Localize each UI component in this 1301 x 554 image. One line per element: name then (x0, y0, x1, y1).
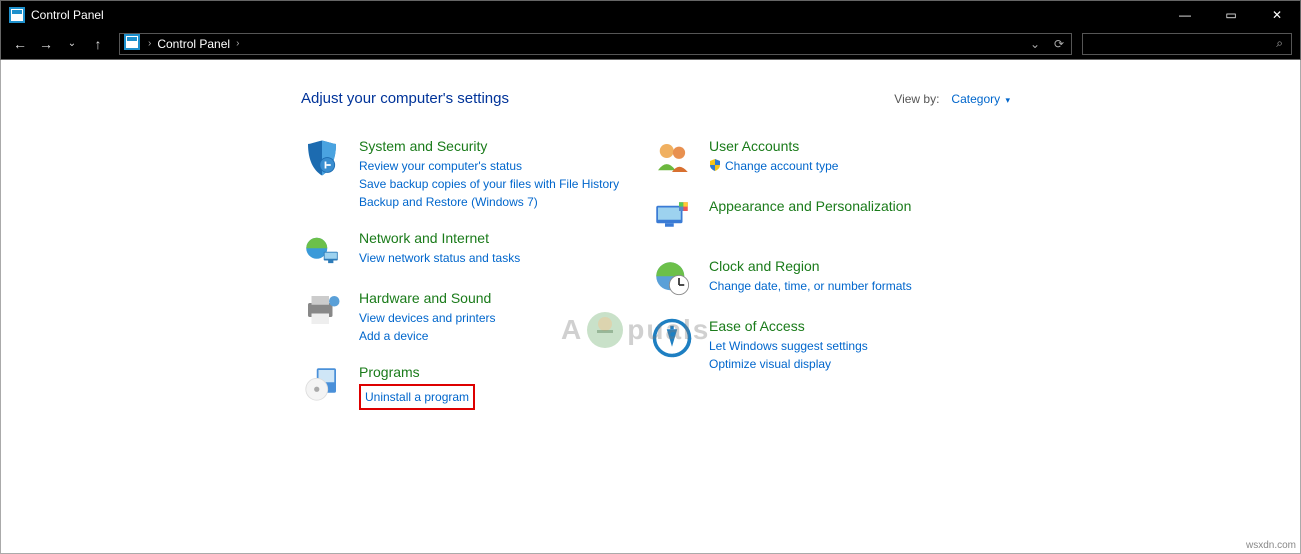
category-link[interactable]: Change account type (709, 157, 838, 176)
category-ease-of-access: Ease of Access Let Windows suggest setti… (651, 317, 1001, 373)
category-link[interactable]: Change date, time, or number formats (709, 277, 912, 295)
uninstall-program-link[interactable]: Uninstall a program (365, 390, 469, 404)
category-link[interactable]: Backup and Restore (Windows 7) (359, 193, 619, 211)
category-user-accounts: User Accounts Change account type (651, 137, 1001, 179)
highlighted-link: Uninstall a program (359, 384, 475, 410)
category-system-security: System and Security Review your computer… (301, 137, 651, 211)
category-title[interactable]: User Accounts (709, 137, 838, 155)
forward-button[interactable]: → (35, 36, 57, 52)
breadcrumb-chevron-icon[interactable]: › (146, 38, 153, 49)
close-button[interactable]: ✕ (1254, 1, 1300, 29)
search-input[interactable]: ⌕ (1082, 33, 1292, 55)
category-title[interactable]: Hardware and Sound (359, 289, 496, 307)
category-link[interactable]: Optimize visual display (709, 355, 868, 373)
maximize-button[interactable]: ▭ (1208, 1, 1254, 29)
navbar: ← → ⌄ ↑ › Control Panel › ⌄ ⟳ ⌕ (0, 28, 1301, 60)
category-link[interactable]: Let Windows suggest settings (709, 337, 868, 355)
category-programs: Programs Uninstall a program (301, 363, 651, 409)
category-title[interactable]: Ease of Access (709, 317, 868, 335)
category-title[interactable]: System and Security (359, 137, 619, 155)
window-title: Control Panel (31, 8, 104, 22)
globe-network-icon[interactable] (301, 229, 343, 271)
category-link[interactable]: Review your computer's status (359, 157, 619, 175)
content-area: Adjust your computer's settings View by:… (0, 60, 1301, 554)
category-clock-region: Clock and Region Change date, time, or n… (651, 257, 1001, 299)
view-by-control[interactable]: View by: Category ▾ (894, 92, 1010, 106)
minimize-button[interactable]: — (1162, 1, 1208, 29)
address-dropdown-icon[interactable]: ⌄ (1023, 37, 1047, 51)
category-link[interactable]: View network status and tasks (359, 249, 520, 267)
users-icon[interactable] (651, 137, 693, 179)
ease-of-access-icon[interactable] (651, 317, 693, 359)
page-title: Adjust your computer's settings (301, 90, 509, 107)
breadcrumb-item[interactable]: Control Panel (153, 37, 234, 51)
source-tag: wsxdn.com (1246, 540, 1296, 551)
category-link[interactable]: Add a device (359, 327, 496, 345)
disc-box-icon[interactable] (301, 363, 343, 405)
clock-globe-icon[interactable] (651, 257, 693, 299)
search-icon: ⌕ (1276, 36, 1283, 51)
shield-icon[interactable] (301, 137, 343, 179)
address-bar[interactable]: › Control Panel › ⌄ ⟳ (119, 33, 1072, 55)
titlebar: Control Panel — ▭ ✕ (0, 0, 1301, 28)
category-title[interactable]: Clock and Region (709, 257, 912, 275)
chevron-down-icon: ▾ (1005, 95, 1010, 105)
view-by-value: Category (951, 92, 1000, 106)
category-column-right: User Accounts Change account type (651, 137, 1001, 428)
category-hardware-sound: Hardware and Sound View devices and prin… (301, 289, 651, 345)
history-dropdown-icon[interactable]: ⌄ (61, 38, 83, 49)
category-title[interactable]: Appearance and Personalization (709, 197, 911, 215)
category-column-left: System and Security Review your computer… (301, 137, 651, 428)
back-button[interactable]: ← (9, 36, 31, 52)
category-title[interactable]: Network and Internet (359, 229, 520, 247)
category-title[interactable]: Programs (359, 363, 475, 381)
monitor-palette-icon[interactable] (651, 197, 693, 239)
uac-shield-icon (709, 158, 721, 176)
category-network-internet: Network and Internet View network status… (301, 229, 651, 271)
breadcrumb-chevron-icon[interactable]: › (234, 38, 241, 49)
control-panel-app-icon (9, 7, 25, 23)
category-link[interactable]: View devices and printers (359, 309, 496, 327)
category-appearance-personalization: Appearance and Personalization (651, 197, 1001, 239)
refresh-button[interactable]: ⟳ (1047, 37, 1071, 51)
up-button[interactable]: ↑ (87, 36, 109, 52)
view-by-label: View by: (894, 92, 939, 106)
category-link[interactable]: Save backup copies of your files with Fi… (359, 175, 619, 193)
printer-icon[interactable] (301, 289, 343, 331)
control-panel-mini-icon (124, 34, 140, 53)
